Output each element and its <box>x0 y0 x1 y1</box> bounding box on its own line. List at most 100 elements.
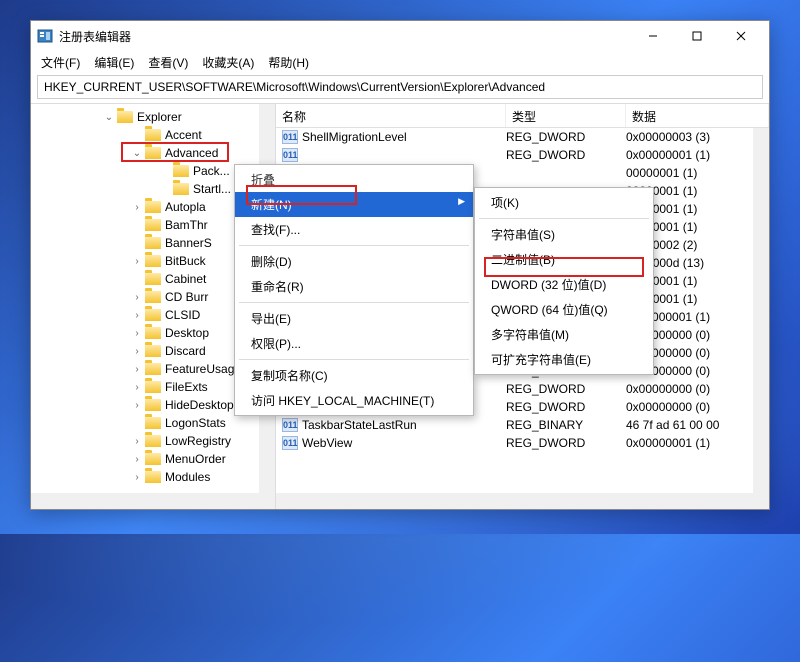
col-type[interactable]: 类型 <box>506 104 626 127</box>
ctx-separator <box>239 245 469 246</box>
tree-item[interactable]: LogonStats <box>35 414 275 432</box>
address-text: HKEY_CURRENT_USER\SOFTWARE\Microsoft\Win… <box>44 80 545 94</box>
expand-toggle[interactable]: › <box>131 400 143 411</box>
close-button[interactable] <box>719 22 763 50</box>
minimize-button[interactable] <box>631 22 675 50</box>
ctx-new[interactable]: 新建(N) <box>235 192 473 217</box>
expand-toggle[interactable]: › <box>131 382 143 393</box>
tree-item[interactable]: ›Modules <box>35 468 275 486</box>
expand-toggle[interactable]: › <box>131 310 143 321</box>
tree-item-label: FeatureUsage <box>165 362 241 376</box>
ctx-copy-keyname[interactable]: 复制项名称(C) <box>235 363 473 388</box>
value-row[interactable]: 011ShellMigrationLevelREG_DWORD0x0000000… <box>276 128 769 146</box>
tree-item-label: BamThr <box>165 218 208 232</box>
folder-icon <box>145 435 161 447</box>
value-row[interactable]: 011TaskbarStateLastRunREG_BINARY46 7f ad… <box>276 416 769 434</box>
tree-item-label: BannerS <box>165 236 212 250</box>
ctx-separator <box>239 302 469 303</box>
folder-icon <box>145 255 161 267</box>
expand-toggle[interactable]: › <box>131 436 143 447</box>
value-data: 0x00000000 (0) <box>626 382 769 396</box>
scrollbar-horizontal[interactable] <box>276 493 769 509</box>
tree-item[interactable]: › LowRegistry <box>35 432 275 450</box>
col-data[interactable]: 数据 <box>626 104 769 127</box>
value-name: ShellMigrationLevel <box>302 130 506 144</box>
tree-item-label: Advanced <box>165 146 218 160</box>
tree-item-label: LowRegistry <box>165 434 231 448</box>
ctx-goto-hklm[interactable]: 访问 HKEY_LOCAL_MACHINE(T) <box>235 388 473 413</box>
scrollbar-vertical[interactable] <box>753 128 769 509</box>
window-title: 注册表编辑器 <box>59 28 631 45</box>
tree-item-label: CD Burr <box>165 290 208 304</box>
tree-item[interactable]: ⌄Explorer <box>35 108 275 126</box>
tree-item-label: Desktop <box>165 326 209 340</box>
folder-icon <box>145 453 161 465</box>
context-menu: 折叠 新建(N) 查找(F)... 删除(D) 重命名(R) 导出(E) 权限(… <box>234 164 474 416</box>
expand-toggle[interactable]: › <box>131 346 143 357</box>
col-name[interactable]: 名称 <box>276 104 506 127</box>
menu-help[interactable]: 帮助(H) <box>262 52 315 73</box>
tree-item-label: Cabinet <box>165 272 206 286</box>
value-type: REG_DWORD <box>506 130 626 144</box>
expand-toggle[interactable]: › <box>131 472 143 483</box>
value-row[interactable]: 011REG_DWORD0x00000001 (1) <box>276 146 769 164</box>
value-data: 46 7f ad 61 00 00 <box>626 418 769 432</box>
menu-edit[interactable]: 编辑(E) <box>88 52 140 73</box>
value-type: REG_DWORD <box>506 400 626 414</box>
ctx-find[interactable]: 查找(F)... <box>235 217 473 242</box>
ctx-export[interactable]: 导出(E) <box>235 306 473 331</box>
expand-toggle[interactable]: ⌄ <box>103 112 115 123</box>
tree-item-label: Startl... <box>193 182 231 196</box>
folder-icon <box>173 183 189 195</box>
sub-binary[interactable]: 二进制值(B) <box>475 247 653 272</box>
tree-item-label: LogonStats <box>165 416 226 430</box>
expand-toggle[interactable]: › <box>131 328 143 339</box>
folder-icon <box>145 273 161 285</box>
sub-expandstring[interactable]: 可扩充字符串值(E) <box>475 347 653 372</box>
sub-string[interactable]: 字符串值(S) <box>475 222 653 247</box>
address-bar[interactable]: HKEY_CURRENT_USER\SOFTWARE\Microsoft\Win… <box>37 75 763 99</box>
tree-item-label: BitBuck <box>165 254 206 268</box>
ctx-separator <box>239 359 469 360</box>
sub-key[interactable]: 项(K) <box>475 190 653 215</box>
value-data: 0x00000001 (1) <box>626 148 769 162</box>
expand-toggle[interactable]: › <box>131 454 143 465</box>
menu-view[interactable]: 查看(V) <box>142 52 194 73</box>
expand-toggle[interactable]: › <box>131 202 143 213</box>
value-data: 0x00000001 (1) <box>626 436 769 450</box>
value-type: REG_DWORD <box>506 148 626 162</box>
tree-item[interactable]: ⌄ Advanced <box>35 144 275 162</box>
folder-icon <box>173 165 189 177</box>
column-headers[interactable]: 名称 类型 数据 <box>276 104 769 128</box>
sub-multistring[interactable]: 多字符串值(M) <box>475 322 653 347</box>
ctx-rename[interactable]: 重命名(R) <box>235 274 473 299</box>
sub-dword32[interactable]: DWORD (32 位)值(D) <box>475 272 653 297</box>
ctx-collapse[interactable]: 折叠 <box>235 167 473 192</box>
value-row[interactable]: 011WebViewREG_DWORD0x00000001 (1) <box>276 434 769 452</box>
menu-file[interactable]: 文件(F) <box>35 52 86 73</box>
scrollbar-horizontal[interactable] <box>31 493 275 509</box>
ctx-delete[interactable]: 删除(D) <box>235 249 473 274</box>
expand-toggle[interactable]: › <box>131 256 143 267</box>
expand-toggle[interactable]: › <box>131 292 143 303</box>
dword-value-icon: 011 <box>282 130 298 144</box>
folder-icon <box>117 111 133 123</box>
folder-icon <box>145 327 161 339</box>
menu-favorites[interactable]: 收藏夹(A) <box>196 52 260 73</box>
tree-item[interactable]: ›MenuOrder <box>35 450 275 468</box>
value-type: REG_DWORD <box>506 382 626 396</box>
maximize-button[interactable] <box>675 22 719 50</box>
binary-value-icon: 011 <box>282 418 298 432</box>
sub-qword64[interactable]: QWORD (64 位)值(Q) <box>475 297 653 322</box>
tree-item-label: FileExts <box>165 380 208 394</box>
tree-item-label: Discard <box>165 344 206 358</box>
regedit-icon <box>37 28 53 44</box>
folder-icon <box>145 309 161 321</box>
expand-toggle[interactable]: › <box>131 364 143 375</box>
tree-item-label: CLSID <box>165 308 200 322</box>
titlebar[interactable]: 注册表编辑器 <box>31 21 769 51</box>
folder-icon <box>145 201 161 213</box>
tree-item[interactable]: Accent <box>35 126 275 144</box>
expand-toggle[interactable]: ⌄ <box>131 148 143 159</box>
ctx-permissions[interactable]: 权限(P)... <box>235 331 473 356</box>
